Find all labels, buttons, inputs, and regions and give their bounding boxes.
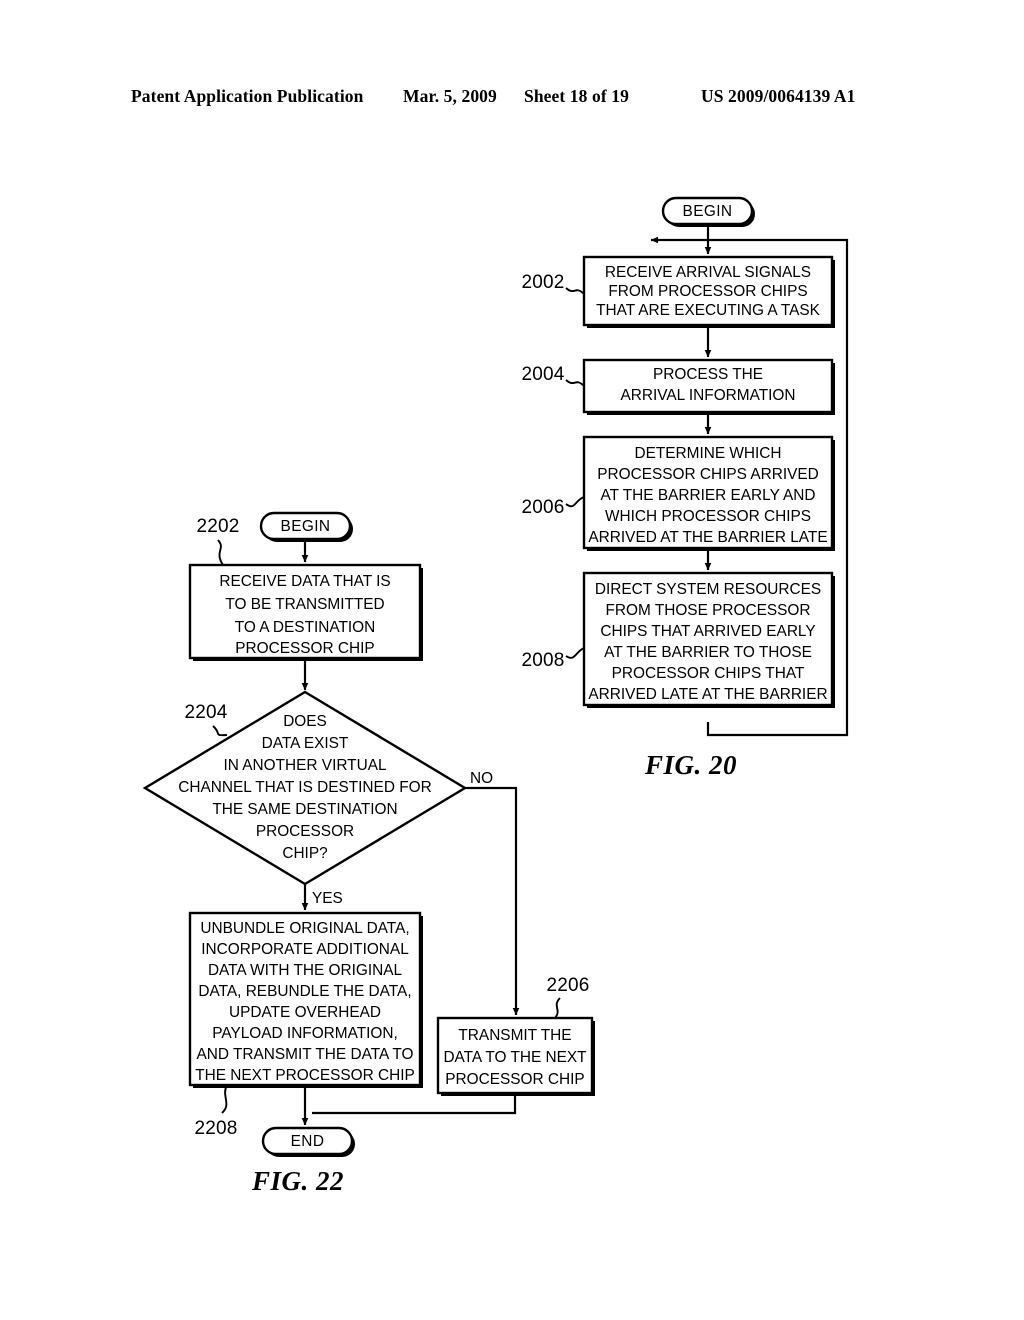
fig22-branch-no-label: NO <box>470 770 493 787</box>
fig22-node-2204-line-2: IN ANOTHER VIRTUAL <box>223 757 386 774</box>
fig22-leader-2204 <box>212 725 228 737</box>
fig22-node-2208-line-7: THE NEXT PROCESSOR CHIP <box>195 1067 415 1084</box>
fig20-node-2006-line-2: AT THE BARRIER EARLY AND <box>601 487 816 504</box>
fig22-node-2208-line-3: DATA, REBUNDLE THE DATA, <box>198 983 411 1000</box>
fig22-end-terminal: END <box>261 1126 355 1157</box>
fig22-node-2208-line-2: DATA WITH THE ORIGINAL <box>208 962 403 979</box>
fig22-node-2204-line-4: THE SAME DESTINATION <box>212 801 397 818</box>
fig22-ref-2202: 2202 <box>196 516 239 537</box>
fig22-node-2204-line-1: DATA EXIST <box>262 735 349 752</box>
fig22-node-2202-line-2: TO A DESTINATION <box>235 619 376 636</box>
fig22-leader-2208 <box>221 1084 228 1114</box>
figure-fig20: BEGIN RECEIVE ARRIVAL SIGNALS FROM PROCE… <box>521 196 849 780</box>
fig20-node-2006: DETERMINE WHICH PROCESSOR CHIPS ARRIVED … <box>582 435 835 551</box>
patent-drawing-page: Patent Application Publication Mar. 5, 2… <box>0 0 1024 1320</box>
fig22-ref-2206: 2206 <box>546 975 589 996</box>
fig22-node-2204-line-5: PROCESSOR <box>256 823 354 840</box>
fig22-node-2208-line-6: AND TRANSMIT THE DATA TO <box>197 1046 414 1063</box>
fig22-ref-2208: 2208 <box>194 1118 237 1139</box>
fig22-edge-no <box>465 786 520 1016</box>
fig22-node-2208-line-5: PAYLOAD INFORMATION, <box>212 1025 398 1042</box>
fig20-leader-2006 <box>565 496 585 508</box>
fig20-begin-label: BEGIN <box>683 203 733 220</box>
fig22-node-2204-line-6: CHIP? <box>282 845 327 862</box>
fig22-node-2202: RECEIVE DATA THAT IS TO BE TRANSMITTED T… <box>188 563 423 661</box>
fig22-leader-2206 <box>554 997 561 1019</box>
fig22-node-2202-line-0: RECEIVE DATA THAT IS <box>219 573 390 590</box>
figures-canvas: BEGIN RECEIVE ARRIVAL SIGNALS FROM PROCE… <box>142 196 849 1196</box>
fig20-node-2004-line-1: ARRIVAL INFORMATION <box>620 387 795 404</box>
fig22-node-2206: TRANSMIT THE DATA TO THE NEXT PROCESSOR … <box>436 1016 595 1096</box>
figure-fig22: BEGIN RECEIVE DATA THAT IS TO BE TRANSMI… <box>142 511 595 1196</box>
fig22-node-2208-line-4: UPDATE OVERHEAD <box>229 1004 381 1021</box>
fig20-node-2006-line-0: DETERMINE WHICH <box>634 445 781 462</box>
fig22-node-2206-line-0: TRANSMIT THE <box>458 1027 571 1044</box>
fig22-node-2208: UNBUNDLE ORIGINAL DATA, INCORPORATE ADDI… <box>188 911 423 1088</box>
fig20-node-2006-line-3: WHICH PROCESSOR CHIPS <box>605 508 811 525</box>
fig22-branch-yes-label: YES <box>312 890 343 907</box>
fig20-node-2008-line-5: ARRIVED LATE AT THE BARRIER <box>588 686 827 703</box>
fig22-node-2208-line-1: INCORPORATE ADDITIONAL <box>201 941 409 958</box>
fig20-node-2006-line-4: ARRIVED AT THE BARRIER LATE <box>588 529 827 546</box>
fig20-node-2006-line-1: PROCESSOR CHIPS ARRIVED <box>597 466 819 483</box>
fig20-node-2002-line-0: RECEIVE ARRIVAL SIGNALS <box>605 264 811 281</box>
fig20-node-2002: RECEIVE ARRIVAL SIGNALS FROM PROCESSOR C… <box>582 255 835 328</box>
fig22-begin-label: BEGIN <box>281 518 331 535</box>
fig20-ref-2002: 2002 <box>521 272 564 293</box>
fig20-leader-2008 <box>565 647 585 659</box>
fig20-begin-terminal: BEGIN <box>661 196 755 227</box>
fig20-caption: FIG. 20 <box>644 750 737 780</box>
fig20-node-2008: DIRECT SYSTEM RESOURCES FROM THOSE PROCE… <box>582 571 835 708</box>
fig22-end-label: END <box>291 1133 325 1150</box>
fig20-node-2002-line-2: THAT ARE EXECUTING A TASK <box>596 302 821 319</box>
fig20-node-2002-line-1: FROM PROCESSOR CHIPS <box>608 283 807 300</box>
fig20-node-2004-line-0: PROCESS THE <box>653 366 763 383</box>
fig22-ref-2204: 2204 <box>184 702 227 723</box>
fig22-node-2204-line-3: CHANNEL THAT IS DESTINED FOR <box>178 779 431 796</box>
fig22-node-2206-line-1: DATA TO THE NEXT <box>443 1049 587 1066</box>
fig22-node-2206-line-2: PROCESSOR CHIP <box>445 1071 584 1088</box>
fig22-leader-2202 <box>217 539 224 566</box>
fig20-node-2008-line-4: PROCESSOR CHIPS THAT <box>612 665 805 682</box>
fig22-node-2202-line-3: PROCESSOR CHIP <box>235 640 374 657</box>
fig20-leader-2004 <box>565 379 585 387</box>
fig20-node-2008-line-3: AT THE BARRIER TO THOSE <box>604 644 812 661</box>
fig20-ref-2006: 2006 <box>521 497 564 518</box>
fig22-node-2204-line-0: DOES <box>283 713 327 730</box>
fig22-node-2208-line-0: UNBUNDLE ORIGINAL DATA, <box>200 920 409 937</box>
fig22-begin-terminal: BEGIN <box>259 511 353 542</box>
fig20-ref-2008: 2008 <box>521 650 564 671</box>
fig20-node-2008-line-2: CHIPS THAT ARRIVED EARLY <box>600 623 815 640</box>
fig20-leader-2002 <box>565 287 585 295</box>
fig20-node-2008-line-0: DIRECT SYSTEM RESOURCES <box>595 581 821 598</box>
fig20-node-2004: PROCESS THE ARRIVAL INFORMATION <box>582 358 835 415</box>
fig22-caption: FIG. 22 <box>251 1166 344 1196</box>
fig22-node-2202-line-1: TO BE TRANSMITTED <box>225 596 384 613</box>
fig20-ref-2004: 2004 <box>521 364 564 385</box>
fig20-node-2008-line-1: FROM THOSE PROCESSOR <box>606 602 811 619</box>
